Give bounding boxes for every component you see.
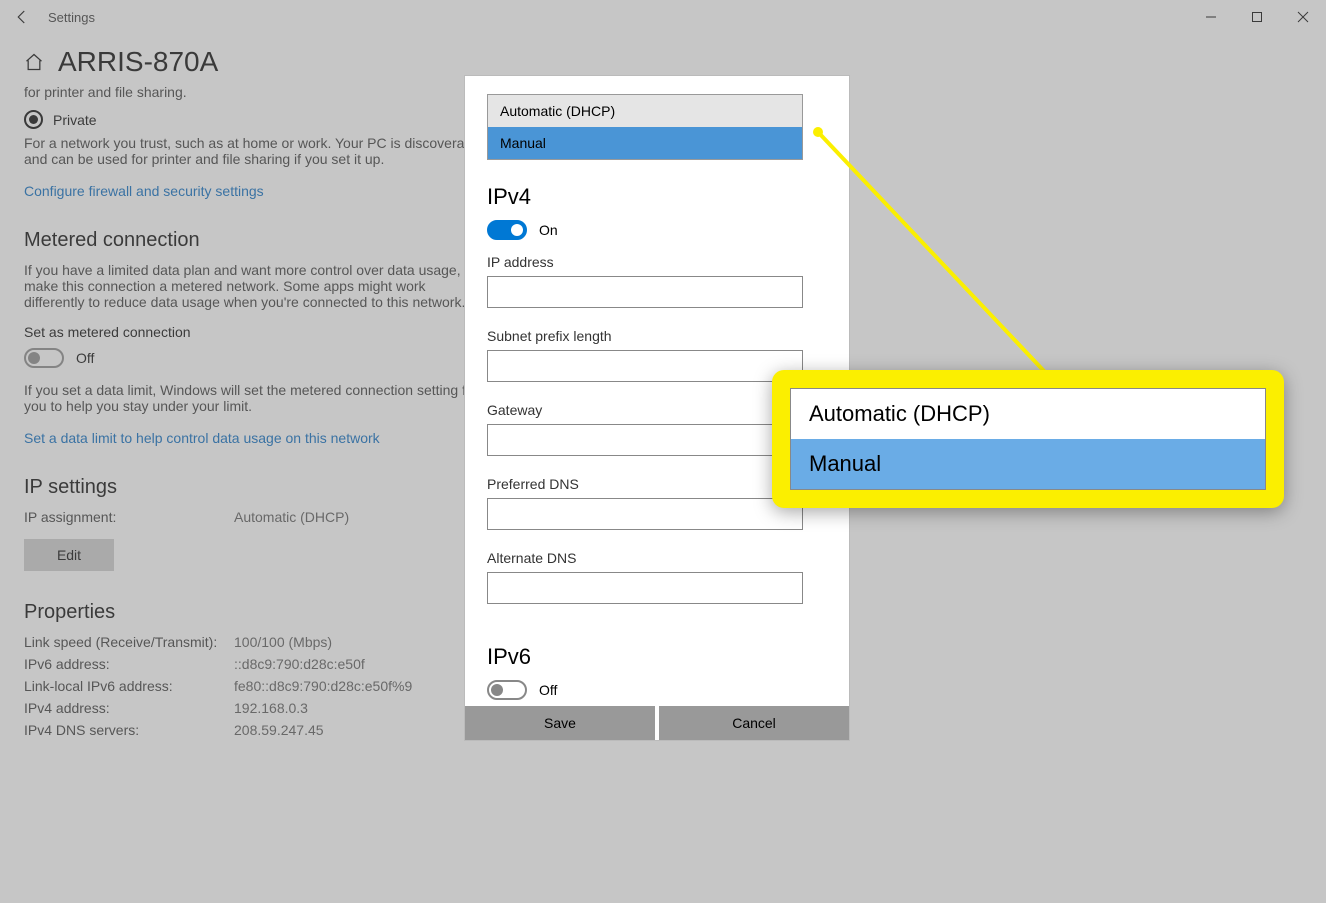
ip-edit-button[interactable]: Edit bbox=[24, 539, 114, 571]
metered-limit-description: If you set a data limit, Windows will se… bbox=[24, 382, 484, 414]
callout-option-auto: Automatic (DHCP) bbox=[791, 389, 1265, 439]
data-limit-link[interactable]: Set a data limit to help control data us… bbox=[24, 430, 380, 446]
metered-toggle-state: Off bbox=[76, 350, 94, 366]
preferred-dns-input[interactable] bbox=[487, 498, 803, 530]
ip-mode-dropdown[interactable]: Automatic (DHCP) Manual bbox=[487, 94, 803, 160]
ipv4-toggle[interactable] bbox=[487, 220, 527, 240]
metered-toggle[interactable] bbox=[24, 348, 64, 368]
ipv4-heading: IPv4 bbox=[487, 184, 827, 210]
ipv6-heading: IPv6 bbox=[487, 644, 827, 670]
ip-assignment-value: Automatic (DHCP) bbox=[234, 509, 349, 525]
alternate-dns-input[interactable] bbox=[487, 572, 803, 604]
subnet-input[interactable] bbox=[487, 350, 803, 382]
cancel-button[interactable]: Cancel bbox=[659, 706, 849, 740]
settings-page: Settings ARRIS-870A bbox=[0, 0, 1326, 903]
subnet-label: Subnet prefix length bbox=[487, 328, 827, 344]
dropdown-option-manual[interactable]: Manual bbox=[488, 127, 802, 159]
sharing-caption: for printer and file sharing. bbox=[24, 84, 484, 100]
alternate-dns-label: Alternate DNS bbox=[487, 550, 827, 566]
ipv6-toggle[interactable] bbox=[487, 680, 527, 700]
metered-description: If you have a limited data plan and want… bbox=[24, 262, 484, 310]
window-title: Settings bbox=[48, 10, 95, 25]
callout-box: Automatic (DHCP) Manual bbox=[772, 370, 1284, 508]
ip-assignment-label: IP assignment: bbox=[24, 509, 234, 525]
page-title: ARRIS-870A bbox=[58, 46, 218, 78]
home-icon[interactable] bbox=[24, 52, 44, 72]
callout-option-manual: Manual bbox=[791, 439, 1265, 489]
firewall-link[interactable]: Configure firewall and security settings bbox=[24, 183, 264, 199]
radio-icon bbox=[24, 110, 43, 129]
ip-address-input[interactable] bbox=[487, 276, 803, 308]
maximize-button[interactable] bbox=[1234, 0, 1280, 34]
titlebar: Settings bbox=[0, 0, 1326, 34]
back-button[interactable] bbox=[0, 0, 44, 34]
ip-address-label: IP address bbox=[487, 254, 827, 270]
dropdown-option-auto[interactable]: Automatic (DHCP) bbox=[488, 95, 802, 127]
close-button[interactable] bbox=[1280, 0, 1326, 34]
gateway-input[interactable] bbox=[487, 424, 803, 456]
minimize-button[interactable] bbox=[1188, 0, 1234, 34]
ipv6-toggle-state: Off bbox=[539, 682, 557, 698]
private-description: For a network you trust, such as at home… bbox=[24, 135, 484, 167]
ipv4-toggle-state: On bbox=[539, 222, 558, 238]
radio-label: Private bbox=[53, 112, 97, 128]
save-button[interactable]: Save bbox=[465, 706, 655, 740]
